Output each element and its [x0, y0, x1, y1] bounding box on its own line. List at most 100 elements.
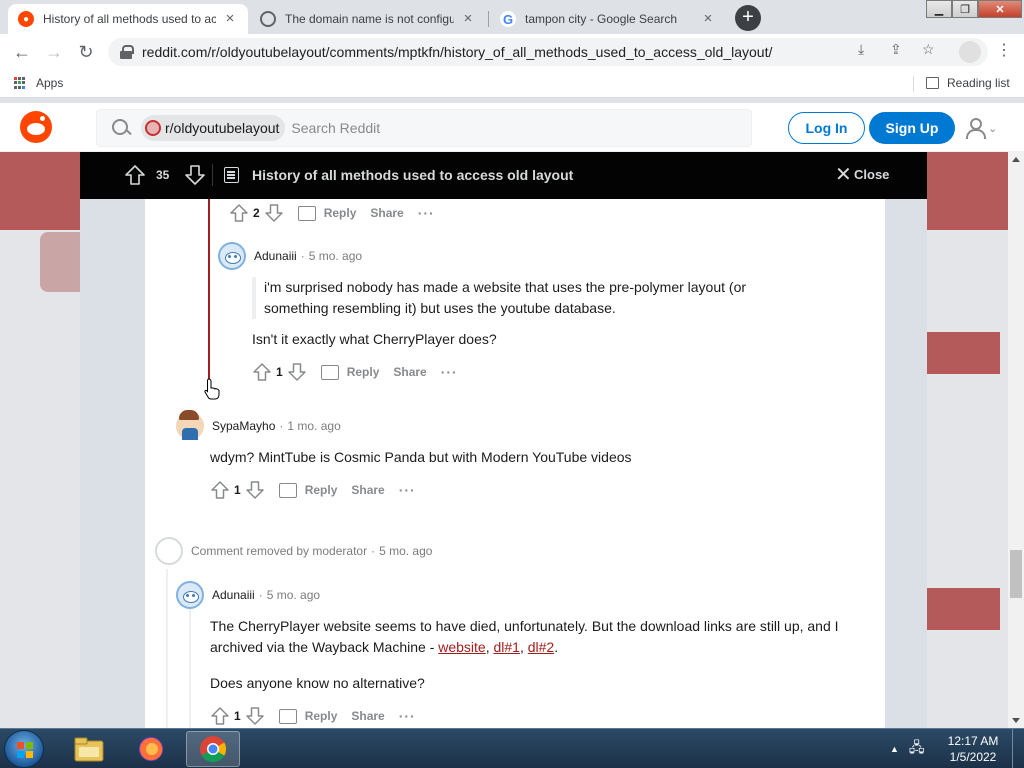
close-modal-button[interactable]: Close — [854, 167, 889, 182]
window-close-button[interactable]: ✕ — [978, 0, 1022, 18]
background-community-icon — [40, 232, 80, 292]
reply-button[interactable]: Reply — [278, 708, 337, 724]
page-scrollbar[interactable] — [1008, 152, 1024, 728]
more-options-icon[interactable]: ··· — [418, 205, 435, 221]
tab-domain-error[interactable]: The domain name is not configured × — [250, 4, 486, 34]
back-button[interactable]: ← — [10, 40, 34, 64]
tab-google-search[interactable]: G tampon city - Google Search × — [490, 4, 726, 34]
share-button[interactable]: Share — [351, 483, 384, 497]
taskbar-chrome[interactable] — [186, 731, 240, 767]
dl2-link[interactable]: dl#2 — [528, 639, 554, 655]
show-desktop-button[interactable] — [1012, 729, 1024, 768]
thread-collapse-line[interactable] — [208, 199, 210, 389]
taskbar-firefox[interactable] — [124, 731, 178, 767]
thread-line[interactable] — [166, 569, 168, 728]
login-button[interactable]: Log In — [788, 112, 865, 144]
share-button[interactable]: Share — [351, 709, 384, 723]
subreddit-filter-chip[interactable]: r/oldyoutubelayout — [141, 115, 286, 141]
start-button[interactable] — [4, 730, 44, 768]
reading-list-icon — [926, 77, 939, 89]
address-bar[interactable]: reddit.com/r/oldyoutubelayout/comments/m… — [108, 38, 988, 66]
scroll-down-icon[interactable] — [1012, 718, 1020, 723]
downvote-icon[interactable] — [287, 362, 307, 382]
comment-age[interactable]: 1 mo. ago — [287, 419, 340, 433]
windows-explorer-icon — [74, 737, 104, 762]
close-icon[interactable]: × — [222, 11, 238, 27]
upvote-icon[interactable] — [124, 164, 146, 186]
bookmark-star-icon[interactable]: ☆ — [922, 41, 935, 58]
bookmarks-divider — [913, 76, 914, 92]
minimize-button[interactable]: ▁ — [926, 0, 952, 18]
downvote-icon[interactable] — [245, 706, 265, 726]
reload-button[interactable]: ↻ — [74, 40, 98, 64]
share-button[interactable]: Share — [370, 206, 403, 220]
reply-button[interactable]: Reply — [320, 364, 379, 380]
chrome-menu-icon[interactable]: ⋮ — [996, 40, 1012, 60]
upvote-icon[interactable] — [229, 203, 249, 223]
profile-avatar-icon[interactable] — [959, 41, 981, 63]
comment-header: Adunaiii · 5 mo. ago — [218, 241, 818, 271]
signup-button[interactable]: Sign Up — [869, 112, 955, 144]
share-button[interactable]: Share — [393, 365, 426, 379]
scrollbar-thumb[interactable] — [1010, 550, 1022, 598]
upvote-icon[interactable] — [210, 480, 230, 500]
share-icon[interactable]: ⇪ — [890, 41, 902, 58]
reply-button[interactable]: Reply — [278, 482, 337, 498]
separator-dot: · — [371, 544, 376, 558]
maximize-button[interactable]: ❐ — [952, 0, 978, 18]
avatar[interactable] — [176, 581, 204, 609]
reddit-logo-icon[interactable] — [20, 111, 52, 143]
reply-button[interactable]: Reply — [297, 205, 356, 221]
reddit-search-bar[interactable]: r/oldyoutubelayout Search Reddit — [96, 109, 752, 147]
comment-age[interactable]: 5 mo. ago — [267, 588, 320, 602]
clock-date: 1/5/2022 — [949, 750, 997, 764]
reddit-header: r/oldyoutubelayout Search Reddit Log In … — [0, 103, 1024, 152]
more-options-icon[interactable]: ··· — [399, 482, 416, 498]
show-hidden-icons-icon[interactable]: ▲ — [890, 744, 899, 754]
close-icon[interactable]: × — [700, 11, 716, 27]
close-icon[interactable]: ✕ — [835, 165, 852, 185]
comment-actions: 2 Reply Share ··· — [229, 201, 435, 225]
dl1-link[interactable]: dl#1 — [494, 639, 520, 655]
system-clock[interactable]: 12:17 AM 1/5/2022 — [942, 733, 1004, 765]
comment-bubble-icon — [278, 482, 297, 498]
user-menu-button[interactable]: ⌄ — [965, 117, 997, 139]
upvote-icon[interactable] — [252, 362, 272, 382]
apps-label: Apps — [36, 76, 64, 90]
network-icon[interactable]: 🖧 — [909, 737, 925, 761]
subreddit-icon — [145, 120, 161, 136]
avatar[interactable] — [218, 242, 246, 270]
comment-author[interactable]: Adunaiii — [254, 249, 297, 263]
forward-button[interactable]: → — [42, 40, 66, 64]
downvote-icon[interactable] — [245, 480, 265, 500]
comment-header: Comment removed by moderator · 5 mo. ago — [155, 536, 432, 566]
post-modal-header: 35 History of all methods used to access… — [80, 152, 927, 199]
upvote-icon[interactable] — [210, 706, 230, 726]
install-icon[interactable]: ⤓ — [858, 41, 864, 58]
comment-age[interactable]: 5 mo. ago — [309, 249, 362, 263]
downvote-icon[interactable] — [264, 203, 284, 223]
taskbar-explorer[interactable] — [62, 731, 116, 767]
tab-reddit-post[interactable]: ● History of all methods used to access … — [8, 4, 248, 34]
comment-author[interactable]: SypaMayho — [212, 419, 275, 433]
windows-taskbar: ▲ 🖧 12:17 AM 1/5/2022 — [0, 728, 1024, 768]
comment-bubble-icon — [297, 205, 316, 221]
post-modal-body: 2 Reply Share ··· Adunaiii · 5 mo. ago i… — [80, 199, 927, 728]
more-options-icon[interactable]: ··· — [441, 364, 458, 380]
comment-author[interactable]: Adunaiii — [212, 588, 255, 602]
avatar[interactable] — [176, 410, 204, 440]
search-input[interactable]: Search Reddit — [291, 120, 380, 136]
new-tab-button[interactable]: + — [735, 5, 761, 31]
website-link[interactable]: website — [438, 639, 485, 655]
reading-list-button[interactable]: Reading list — [926, 76, 1010, 90]
reading-list-label: Reading list — [947, 76, 1010, 90]
scroll-up-icon[interactable] — [1012, 157, 1020, 162]
hand-cursor-icon — [204, 378, 220, 400]
quoted-text: i'm surprised nobody has made a website … — [252, 277, 792, 319]
apps-shortcut[interactable]: Apps — [14, 76, 63, 90]
more-options-icon[interactable]: ··· — [399, 708, 416, 724]
comments-panel: 2 Reply Share ··· Adunaiii · 5 mo. ago i… — [145, 199, 885, 728]
downvote-icon[interactable] — [184, 164, 206, 186]
comment-age[interactable]: 5 mo. ago — [379, 544, 432, 558]
close-icon[interactable]: × — [460, 11, 476, 27]
